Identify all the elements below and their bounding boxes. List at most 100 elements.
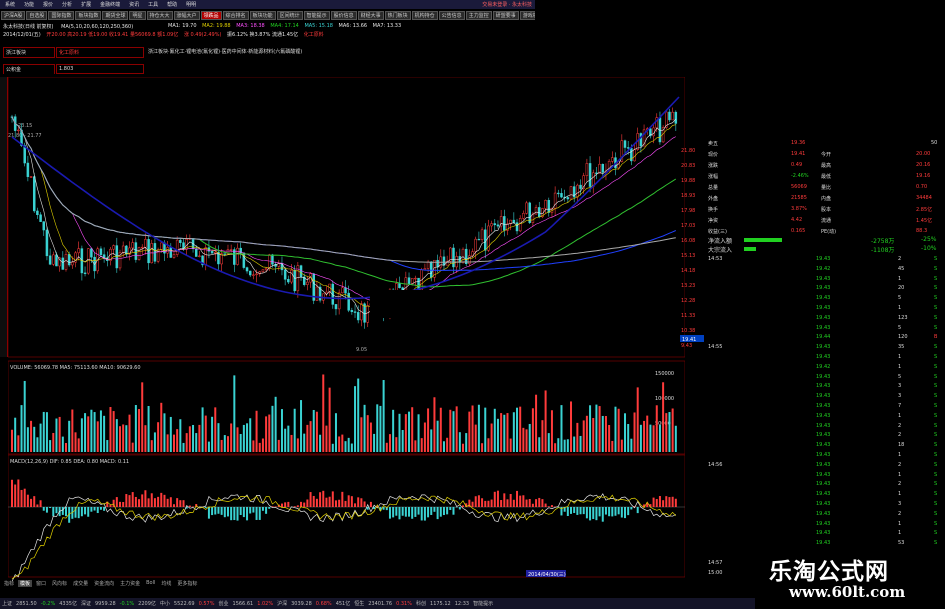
quote-label: 现价	[708, 152, 719, 158]
candle-body	[366, 305, 369, 323]
indicator-tab[interactable]: Boll	[144, 580, 157, 586]
quote-label: 卖五	[708, 141, 719, 147]
left-strip[interactable]	[0, 77, 8, 357]
candle-body	[449, 247, 452, 262]
indicator-tab[interactable]: 成交量	[71, 580, 90, 587]
menu-item[interactable]: 报价	[40, 1, 56, 8]
macd-bar	[420, 507, 423, 521]
macd-bar	[33, 496, 36, 507]
tick-row: 19.43 1 S	[706, 530, 945, 538]
candle-body	[261, 269, 265, 273]
menu-item[interactable]: 明明	[183, 1, 199, 8]
menu-item[interactable]: 资讯	[126, 1, 142, 8]
tick-list[interactable]: 14:53 19.43 2 S 19.42 45 S 19.43 1 S 19.43 20 S 19.43…	[706, 256, 945, 586]
menu-item[interactable]: 金融终端	[97, 1, 123, 8]
menu-item[interactable]: 扩展	[78, 1, 94, 8]
macd-bar	[26, 494, 29, 507]
candle-body	[223, 253, 227, 255]
tab-item[interactable]: 涨幅大户	[173, 11, 200, 20]
candle-body	[306, 281, 309, 285]
tick-volume: 2	[898, 256, 902, 262]
menu-item[interactable]: 功能	[21, 1, 37, 8]
industry-box[interactable]: 浙江板块	[3, 47, 55, 58]
candle-body	[341, 287, 344, 294]
tab-item[interactable]: 领跌品	[200, 11, 222, 20]
tab-item[interactable]: 智能提示	[303, 11, 330, 20]
tick-row: 19.43 5 S	[706, 325, 945, 333]
volume-bar	[201, 407, 204, 452]
indicator-tab[interactable]: 模板	[18, 579, 33, 587]
candle-body	[179, 239, 182, 243]
indicator-tab[interactable]: 窗口	[34, 580, 48, 587]
macd-bar	[528, 498, 531, 507]
volume-bar	[322, 374, 325, 452]
tick-time: 14:57	[708, 559, 723, 566]
price-tick: 18.93	[681, 193, 695, 199]
quote-label2: 量比	[821, 185, 832, 191]
tab-item[interactable]: 期货全球	[102, 11, 129, 20]
volume-bar	[576, 422, 579, 452]
indicator-tab[interactable]: 风向标	[50, 580, 69, 587]
volume-bar	[385, 442, 388, 452]
status-item: 0.68%	[315, 600, 332, 607]
tab-item[interactable]: 板块功能	[249, 11, 276, 20]
tab-item[interactable]: 研盟要事	[492, 11, 519, 20]
volume-bar	[408, 411, 411, 452]
tab-item[interactable]: 区间统计	[276, 11, 303, 20]
tab-item[interactable]: 板块指数	[75, 11, 102, 20]
macd-bar	[620, 507, 623, 518]
tab-item[interactable]: 主力监控	[465, 11, 492, 20]
volume-bar	[71, 409, 74, 452]
indicator-tab[interactable]: 资金流向	[92, 580, 116, 587]
quote-label: 外盘	[708, 196, 719, 202]
indicator-tab[interactable]: 指标	[2, 580, 16, 587]
candle-body	[268, 254, 271, 269]
quote-value: 0.49	[791, 162, 803, 168]
macd-bar	[481, 498, 484, 507]
tab-item[interactable]: 持仓大大	[146, 11, 173, 20]
volume-bar	[261, 438, 264, 452]
candle-body	[67, 254, 71, 266]
macd-bar	[611, 507, 614, 517]
volume-bar	[496, 418, 499, 452]
candle-body	[344, 287, 347, 294]
candle-body	[461, 248, 465, 263]
tab-item[interactable]: 明星	[129, 11, 146, 20]
tab-item[interactable]: 国际指数	[48, 11, 75, 20]
macd-bar	[570, 507, 573, 514]
tab-item[interactable]: 公告信息	[438, 11, 465, 20]
menu-item[interactable]: 工具	[145, 1, 161, 8]
kline-chart[interactable]: VOLUME: 56069.78 MA5: 75113.60 MA10: 906…	[8, 77, 685, 584]
macd-bar	[147, 498, 150, 507]
indicator-tab[interactable]: 均线	[159, 580, 173, 587]
flow-pct: -10%	[921, 245, 937, 252]
candle-body	[442, 256, 446, 266]
tick-direction: S	[934, 442, 938, 449]
indicator-tab[interactable]: 更多指标	[175, 580, 199, 587]
price-tick: 10.38	[681, 328, 695, 334]
tab-item[interactable]: 热门板块	[384, 11, 411, 20]
tab-item[interactable]: 综合排名	[222, 11, 249, 20]
volume-bar	[147, 405, 150, 452]
volume-bar	[652, 425, 655, 452]
tab-item[interactable]: 股价信息	[330, 11, 357, 20]
tab-item[interactable]: 财经大事	[357, 11, 384, 20]
tick-price: 19.43	[816, 461, 831, 468]
menu-item[interactable]: 分析	[59, 1, 75, 8]
macd-bar	[347, 495, 350, 507]
tab-item[interactable]: 游戏机	[519, 11, 535, 20]
macd-bar	[408, 507, 411, 517]
tab-item[interactable]: 自选股	[26, 11, 48, 20]
menu-item[interactable]: 系统	[2, 1, 18, 8]
menu-item[interactable]: 帮助	[164, 1, 180, 8]
tab-item[interactable]: 机构持仓	[411, 11, 438, 20]
volume-bar	[77, 438, 80, 452]
volume-bar	[122, 424, 125, 452]
macd-bar	[366, 507, 369, 510]
macd-bar	[322, 490, 325, 507]
indicator-tab[interactable]: 主力资金	[118, 580, 142, 587]
macd-bar	[636, 507, 639, 514]
tab-item[interactable]: 沪深A股	[1, 11, 26, 20]
volume-bar	[452, 411, 455, 452]
macd-bar	[433, 507, 436, 512]
